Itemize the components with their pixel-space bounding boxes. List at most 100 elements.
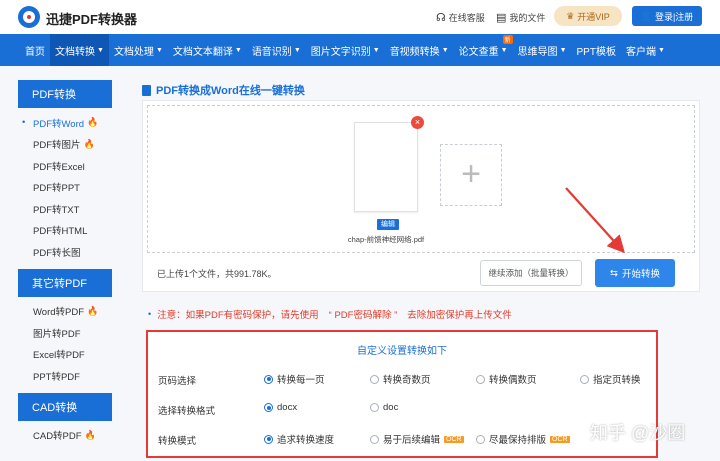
nav-item-3[interactable]: 文档文本翻译 ▼ — [168, 34, 247, 66]
my-files-link[interactable]: ▤ 我的文件 — [496, 11, 545, 24]
radio-option-label: 转换每一页 — [277, 375, 325, 386]
chevron-down-icon: ▼ — [234, 46, 242, 54]
radio-option-label: 追求转换速度 — [277, 435, 335, 446]
login-label: 登录|注册 — [654, 11, 694, 22]
sidebar-item[interactable]: PDF转图片 🔥 — [18, 134, 112, 156]
sidebar-item[interactable]: PPT转PDF — [18, 365, 112, 387]
nav-item-0[interactable]: 首页 — [20, 34, 50, 66]
vip-button[interactable]: ♛ 开通VIP — [554, 6, 622, 26]
radio-option[interactable]: 转换每一页 — [264, 372, 325, 386]
main-nav: 首页 文档转换 ▼ 文档处理 ▼ 文档文本翻译 ▼ 语音识别 ▼ 图片文字识别 ▼ 音视频转换 ▼ 论文查… — [0, 34, 720, 66]
add-file-button[interactable]: + — [440, 144, 502, 206]
radio-option[interactable]: docx — [264, 402, 297, 413]
sidebar-item[interactable]: PDF转TXT — [18, 198, 112, 220]
password-notice: • 注意：如果PDF有密码保护，请先使用 “ PDF密码解除 ” 去除加密保护再… — [148, 307, 512, 321]
ocr-badge: OCR — [444, 435, 464, 443]
nav-item-label: 文档处理 — [113, 46, 154, 58]
nav-item-5[interactable]: 图片文字识别 ▼ — [306, 34, 385, 66]
page-title-text: PDF转换成Word在线一键转换 — [156, 85, 305, 97]
radio-option-label: 转换奇数页 — [383, 375, 431, 386]
sidebar-item[interactable]: PDF转HTML — [18, 220, 112, 242]
batch-add-button[interactable]: 继续添加（批量转换） — [480, 260, 582, 286]
settings-row: 页码选择 转换每一页 转换奇数页 转换偶数页 指定页转换 — [148, 370, 656, 388]
radio-option[interactable]: 指定页转换 — [580, 372, 641, 386]
sidebar-item[interactable]: CAD转PDF 🔥 — [18, 425, 112, 447]
start-convert-label: 开始转换 — [621, 269, 660, 280]
nav-item-10[interactable]: 客户端 ▼ — [621, 34, 670, 66]
radio-option-label: 指定页转换 — [593, 375, 641, 386]
chevron-down-icon: ▼ — [500, 46, 508, 54]
radio-option[interactable]: 转换奇数页 — [370, 372, 431, 386]
sidebar-item[interactable]: PDF转PPT — [18, 177, 112, 199]
top-header: 迅捷PDF转换器 ☊ 在线客服 ▤ 我的文件 ♛ 开通VIP 👤 登录|注册 — [0, 0, 720, 34]
upload-status: 已上传1个文件，共991.78K。 — [157, 269, 277, 279]
radio-option[interactable]: 转换偶数页 — [476, 372, 537, 386]
nav-item-4[interactable]: 语音识别 ▼ — [247, 34, 306, 66]
login-button[interactable]: 👤 登录|注册 — [632, 6, 702, 26]
radio-button[interactable] — [476, 434, 485, 444]
online-service-link[interactable]: ☊ 在线客服 — [436, 11, 485, 24]
settings-row-label: 转换模式 — [158, 436, 197, 447]
document-icon — [142, 84, 151, 96]
sidebar-item[interactable]: Word转PDF 🔥 — [18, 301, 112, 323]
headset-icon: ☊ — [436, 12, 446, 24]
sidebar-item[interactable]: Excel转PDF — [18, 344, 112, 366]
upload-panel: × 编辑 chap-前馈神经网络.pdf + 已上传1个文件，共991.78K。… — [142, 100, 700, 292]
nav-item-label: 客户端 — [625, 46, 656, 58]
brand-name[interactable]: 迅捷PDF转换器 — [46, 9, 137, 28]
radio-button[interactable] — [370, 434, 379, 444]
chevron-down-icon: ▼ — [293, 46, 301, 54]
radio-button[interactable] — [264, 374, 273, 384]
online-service-label: 在线客服 — [448, 13, 485, 23]
sidebar-item[interactable]: PDF转长图 — [18, 241, 112, 263]
user-icon: 👤 — [640, 10, 652, 21]
sidebar-list: CAD转PDF 🔥 — [18, 421, 112, 453]
radio-option[interactable]: 追求转换速度 — [264, 432, 334, 446]
notice-suffix: 去除加密保护再上传文件 — [407, 310, 512, 321]
start-convert-button[interactable]: ⇆ 开始转换 — [595, 259, 675, 287]
radio-option[interactable]: 尽最保持排版 OCR — [476, 432, 570, 446]
edit-file-button[interactable]: 编辑 — [377, 219, 399, 230]
notice-prefix: 注意：如果PDF有密码保护，请先使用 — [157, 310, 319, 321]
password-remove-link[interactable]: “ PDF密码解除 ” — [329, 307, 398, 321]
sidebar-item[interactable]: 图片转PDF — [18, 322, 112, 344]
nav-item-7[interactable]: 论文查重 ▼ 新 — [454, 34, 513, 66]
watermark: 知乎 @沙圈 — [590, 423, 686, 443]
nav-item-9[interactable]: PPT模板 — [572, 34, 621, 66]
radio-option[interactable]: doc — [370, 402, 398, 413]
conversion-settings: 自定义设置转换如下 页码选择 转换每一页 转换奇数页 转换偶数页 指定页转换 选择转换格式… — [146, 330, 658, 458]
nav-item-1[interactable]: 文档转换 ▼ — [50, 34, 109, 66]
radio-button[interactable] — [264, 434, 273, 444]
sidebar-item[interactable]: PDF转Excel — [18, 155, 112, 177]
sidebar-item-label: PDF转TXT — [33, 204, 80, 216]
chevron-down-icon: ▼ — [155, 46, 163, 54]
nav-item-6[interactable]: 音视频转换 ▼ — [385, 34, 454, 66]
fire-icon: 🔥 — [87, 117, 99, 128]
radio-button[interactable] — [370, 374, 379, 384]
radio-button[interactable] — [370, 403, 379, 412]
app-logo-icon[interactable] — [18, 6, 40, 28]
nav-item-label: 首页 — [25, 46, 45, 58]
radio-option[interactable]: 易于后续编辑 OCR — [370, 432, 464, 446]
nav-item-label: 音视频转换 — [389, 46, 440, 58]
radio-button[interactable] — [264, 403, 273, 412]
settings-row: 选择转换格式 docx doc — [148, 400, 656, 418]
sidebar-item-label: PDF转图片 — [33, 140, 81, 152]
radio-button[interactable] — [476, 374, 485, 384]
settings-row-label: 页码选择 — [158, 376, 197, 387]
fire-icon: 🔥 — [83, 138, 95, 149]
sidebar-item-label: Word转PDF — [33, 307, 85, 319]
convert-icon: ⇆ — [610, 267, 618, 279]
radio-button[interactable] — [580, 374, 589, 384]
file-thumbnail[interactable] — [354, 122, 418, 212]
nav-item-8[interactable]: 思维导图 ▼ — [513, 34, 572, 66]
chevron-down-icon: ▼ — [441, 46, 449, 54]
nav-item-label: 思维导图 — [517, 46, 558, 58]
drop-zone[interactable]: × 编辑 chap-前馈神经网络.pdf + — [147, 105, 695, 253]
sidebar-item-label: CAD转PDF — [33, 431, 82, 443]
radio-option-label: doc — [383, 402, 399, 413]
remove-file-icon[interactable]: × — [411, 116, 424, 129]
settings-row-label: 选择转换格式 — [158, 406, 216, 417]
sidebar-item[interactable]: • PDF转Word 🔥 — [18, 112, 112, 134]
nav-item-2[interactable]: 文档处理 ▼ — [109, 34, 168, 66]
